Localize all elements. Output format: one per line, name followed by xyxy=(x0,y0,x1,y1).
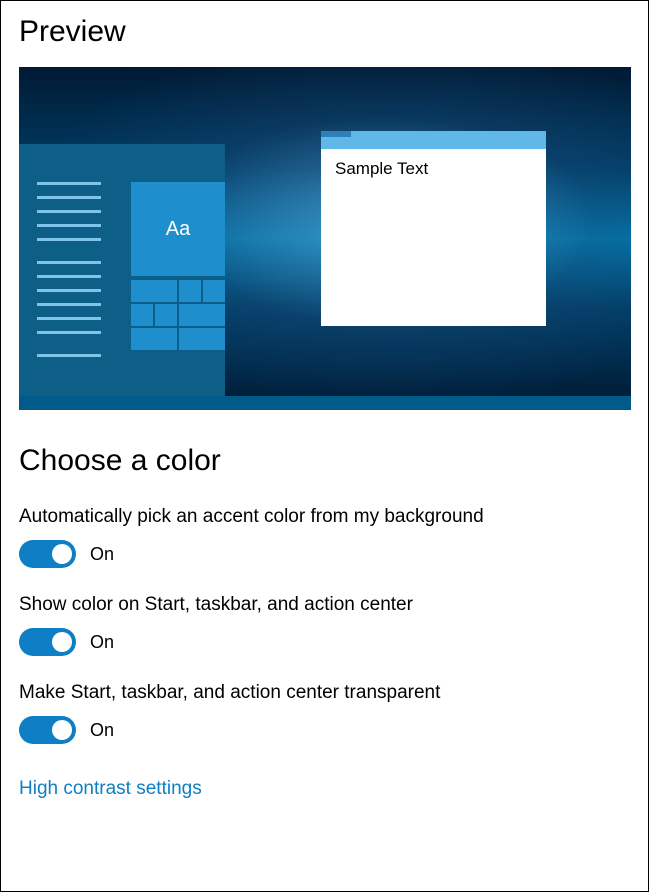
auto-accent-toggle[interactable] xyxy=(19,540,76,568)
choose-color-heading: Choose a color xyxy=(19,444,630,478)
transparent-toggle[interactable] xyxy=(19,716,76,744)
toggle-knob xyxy=(52,544,72,564)
preview-start-list xyxy=(37,182,101,377)
show-color-toggle[interactable] xyxy=(19,628,76,656)
preview-heading: Preview xyxy=(19,15,630,49)
auto-accent-label: Automatically pick an accent color from … xyxy=(19,506,630,528)
preview-taskbar xyxy=(19,396,631,410)
preview-tiles-grid xyxy=(131,280,225,352)
preview-sample-window: Sample Text xyxy=(321,131,546,326)
toggle-knob xyxy=(52,720,72,740)
high-contrast-link[interactable]: High contrast settings xyxy=(19,778,202,800)
transparent-state: On xyxy=(90,720,114,741)
preview-start-menu: Aa xyxy=(19,144,225,396)
auto-accent-state: On xyxy=(90,544,114,565)
transparent-label: Make Start, taskbar, and action center t… xyxy=(19,682,630,704)
preview-box: Aa Sample Text xyxy=(19,67,631,410)
toggle-knob xyxy=(52,632,72,652)
preview-tile-large: Aa xyxy=(131,182,225,276)
show-color-label: Show color on Start, taskbar, and action… xyxy=(19,594,630,616)
show-color-state: On xyxy=(90,632,114,653)
preview-window-titlebar xyxy=(321,131,546,149)
preview-window-text: Sample Text xyxy=(321,149,546,189)
